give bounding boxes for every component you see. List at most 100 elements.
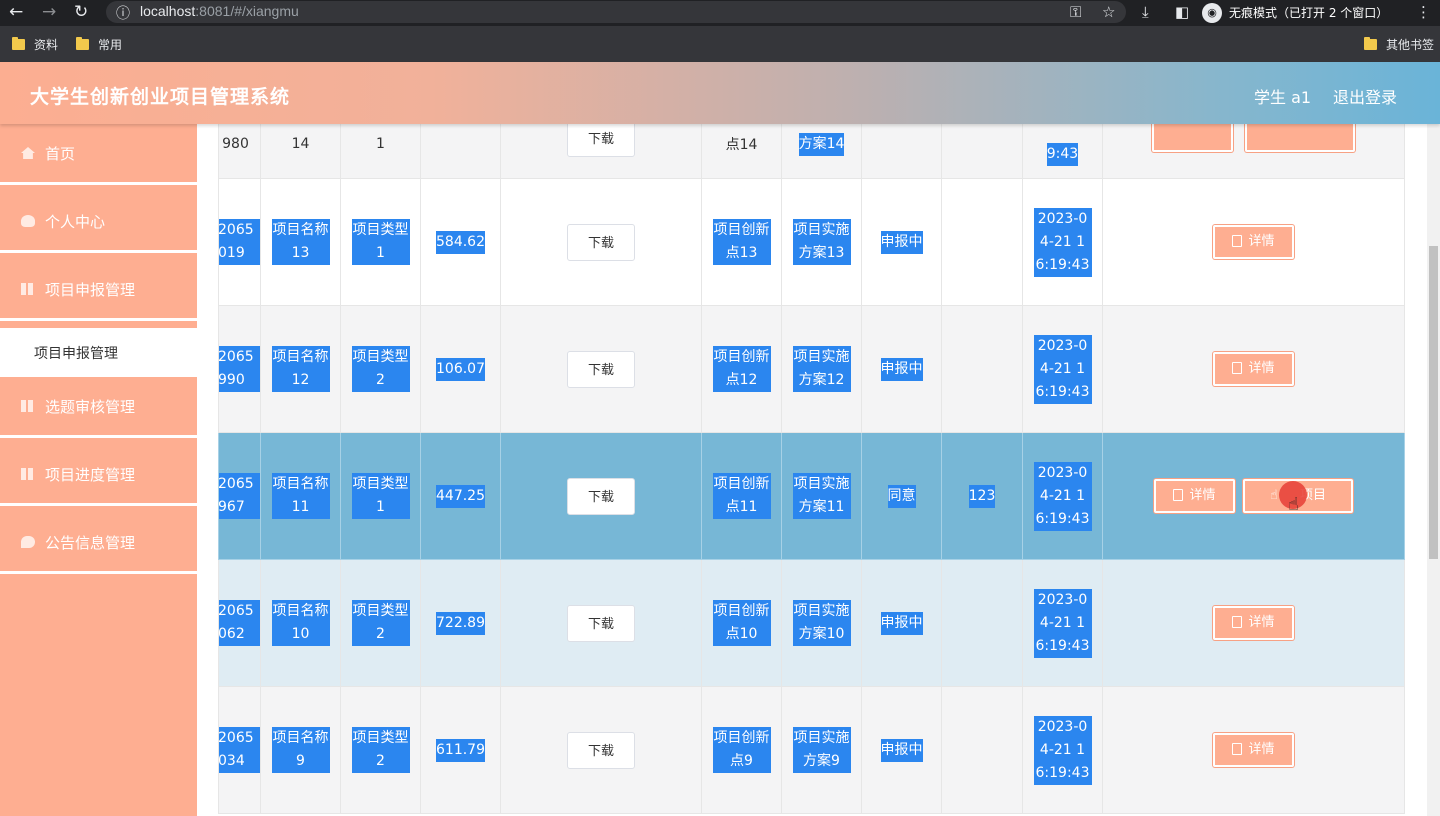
cell-opinion: [941, 124, 1023, 179]
cell-file: 下载: [500, 305, 702, 433]
table-row[interactable]: 980 14 1 下载 点14 方案14 9:43: [218, 124, 1405, 179]
cell-plan: 项目实施方案10: [781, 559, 862, 687]
page-scrollbar[interactable]: [1427, 124, 1440, 816]
cell-file: 下载: [500, 559, 702, 687]
cell-id: 2065 967: [218, 432, 261, 560]
table-row-selected[interactable]: 2065 967 项目名称11 项目类型1 447.25 下载 项目创新点11 项…: [218, 432, 1405, 560]
cell-status: [861, 124, 942, 179]
cell-actions: [1102, 124, 1405, 179]
detail-button[interactable]: [1151, 124, 1233, 152]
bookmark-folder[interactable]: 常用: [76, 36, 122, 53]
reload-icon[interactable]: ↻: [74, 3, 88, 21]
cell-file: 下载: [500, 432, 702, 560]
folder-icon: [12, 37, 25, 50]
document-icon: [1232, 616, 1243, 628]
project-action-button[interactable]: [1245, 124, 1356, 152]
cell-id: 2065 990: [218, 305, 261, 433]
grid-icon: [21, 468, 35, 480]
app-header: 大学生创新创业项目管理系统 学生 a1 退出登录: [0, 62, 1440, 124]
cell-name: 14: [260, 124, 341, 179]
other-bookmarks[interactable]: 其他书签: [1364, 36, 1434, 53]
download-button[interactable]: 下载: [567, 477, 635, 515]
main-content: 980 14 1 下载 点14 方案14 9:43 2065 019 项目名称13: [197, 124, 1440, 816]
grid-icon: [21, 400, 35, 412]
cell-opinion: [941, 178, 1023, 306]
cell-file: 下载: [500, 178, 702, 306]
incognito-icon: ◉: [1202, 2, 1222, 23]
incognito-badge[interactable]: ◉ 无痕模式（已打开 2 个窗口）: [1200, 2, 1398, 23]
sidebar-subitem-project-apply[interactable]: 项目申报管理: [0, 328, 197, 378]
more-menu-icon[interactable]: ⋮: [1416, 3, 1431, 21]
side-panel-icon[interactable]: ◧: [1175, 3, 1189, 21]
detail-button[interactable]: 详情: [1154, 479, 1235, 513]
cell-plan: 项目实施方案13: [781, 178, 862, 306]
sidebar-item-home[interactable]: 首页: [0, 124, 197, 185]
scroll-thumb[interactable]: [1429, 246, 1438, 559]
download-icon[interactable]: ⤓: [1142, 3, 1149, 21]
cell-actions: 详情: [1102, 178, 1405, 306]
download-button[interactable]: 下载: [567, 731, 635, 769]
cell-innovation: 项目创新点11: [701, 432, 782, 560]
cell-actions: 详情 ☝ 项目: [1102, 432, 1405, 560]
cell-name: 项目名称9: [260, 686, 341, 814]
sidebar-item-project-apply[interactable]: 项目申报管理: [0, 260, 197, 321]
cell-opinion: 123: [941, 432, 1023, 560]
detail-button[interactable]: 详情: [1213, 733, 1294, 767]
cell-time: 2023-04-21 16:19:43: [1022, 178, 1103, 306]
table-row[interactable]: 2065 062 项目名称10 项目类型2 722.89 下载 项目创新点10 项…: [218, 559, 1405, 687]
cell-time: 2023-04-21 16:19:43: [1022, 432, 1103, 560]
detail-button[interactable]: 详情: [1213, 352, 1294, 386]
forward-icon[interactable]: →: [42, 3, 56, 21]
cell-innovation: 点14: [701, 124, 782, 179]
bookmarks-bar: 资料 常用 其他书签: [0, 26, 1440, 62]
cell-status: 申报中: [861, 178, 942, 306]
document-icon: [1232, 235, 1243, 247]
url-text[interactable]: localhost:8081/#/xiangmu: [140, 3, 299, 19]
document-icon: [1232, 362, 1243, 374]
cell-type: 1: [340, 124, 421, 179]
cell-budget: 447.25: [420, 432, 501, 560]
download-button[interactable]: 下载: [567, 223, 635, 261]
sidebar-item-profile[interactable]: 个人中心: [0, 192, 197, 253]
cell-plan: 项目实施方案12: [781, 305, 862, 433]
sidebar-item-notices[interactable]: 公告信息管理: [0, 513, 197, 574]
site-info-icon[interactable]: ⓘ: [116, 3, 130, 23]
download-button[interactable]: 下载: [567, 350, 635, 388]
browser-toolbar: ← → ↻ ⓘ localhost:8081/#/xiangmu ⚿ ☆ ⤓ ◧…: [0, 0, 1440, 26]
folder-icon: [1364, 37, 1377, 50]
download-button[interactable]: 下载: [567, 604, 635, 642]
back-icon[interactable]: ←: [9, 3, 23, 21]
user-icon: [21, 215, 35, 227]
cell-actions: 详情: [1102, 686, 1405, 814]
grid-icon: [21, 283, 35, 295]
cell-plan: 方案14: [781, 124, 862, 179]
chat-icon: [21, 536, 35, 548]
folder-icon: [76, 37, 89, 50]
detail-button[interactable]: 详情: [1213, 225, 1294, 259]
cell-opinion: [941, 686, 1023, 814]
detail-button[interactable]: 详情: [1213, 606, 1294, 640]
cell-name: 项目名称10: [260, 559, 341, 687]
download-button[interactable]: 下载: [567, 124, 635, 157]
cell-innovation: 项目创新点12: [701, 305, 782, 433]
table-row[interactable]: 2065 019 项目名称13 项目类型1 584.62 下载 项目创新点13 项…: [218, 178, 1405, 306]
table-row[interactable]: 2065 990 项目名称12 项目类型2 106.07 下载 项目创新点12 项…: [218, 305, 1405, 433]
document-icon: [1232, 743, 1243, 755]
key-icon[interactable]: ⚿: [1070, 3, 1081, 21]
cell-budget: 722.89: [420, 559, 501, 687]
sidebar-item-progress[interactable]: 项目进度管理: [0, 445, 197, 506]
cell-type: 项目类型1: [340, 432, 421, 560]
cell-type: 项目类型2: [340, 686, 421, 814]
star-icon[interactable]: ☆: [1102, 3, 1115, 21]
cell-innovation: 项目创新点13: [701, 178, 782, 306]
table-row[interactable]: 2065 034 项目名称9 项目类型2 611.79 下载 项目创新点9 项目实…: [218, 686, 1405, 814]
bookmark-folder[interactable]: 资料: [12, 36, 58, 53]
cell-time: 9:43: [1022, 124, 1103, 179]
sidebar-item-topic-review[interactable]: 选题审核管理: [0, 377, 197, 438]
cell-type: 项目类型1: [340, 178, 421, 306]
logout-link[interactable]: 退出登录: [1333, 84, 1397, 108]
cell-file: 下载: [500, 686, 702, 814]
cell-type: 项目类型2: [340, 559, 421, 687]
cell-innovation: 项目创新点10: [701, 559, 782, 687]
cell-id: 2065 062: [218, 559, 261, 687]
